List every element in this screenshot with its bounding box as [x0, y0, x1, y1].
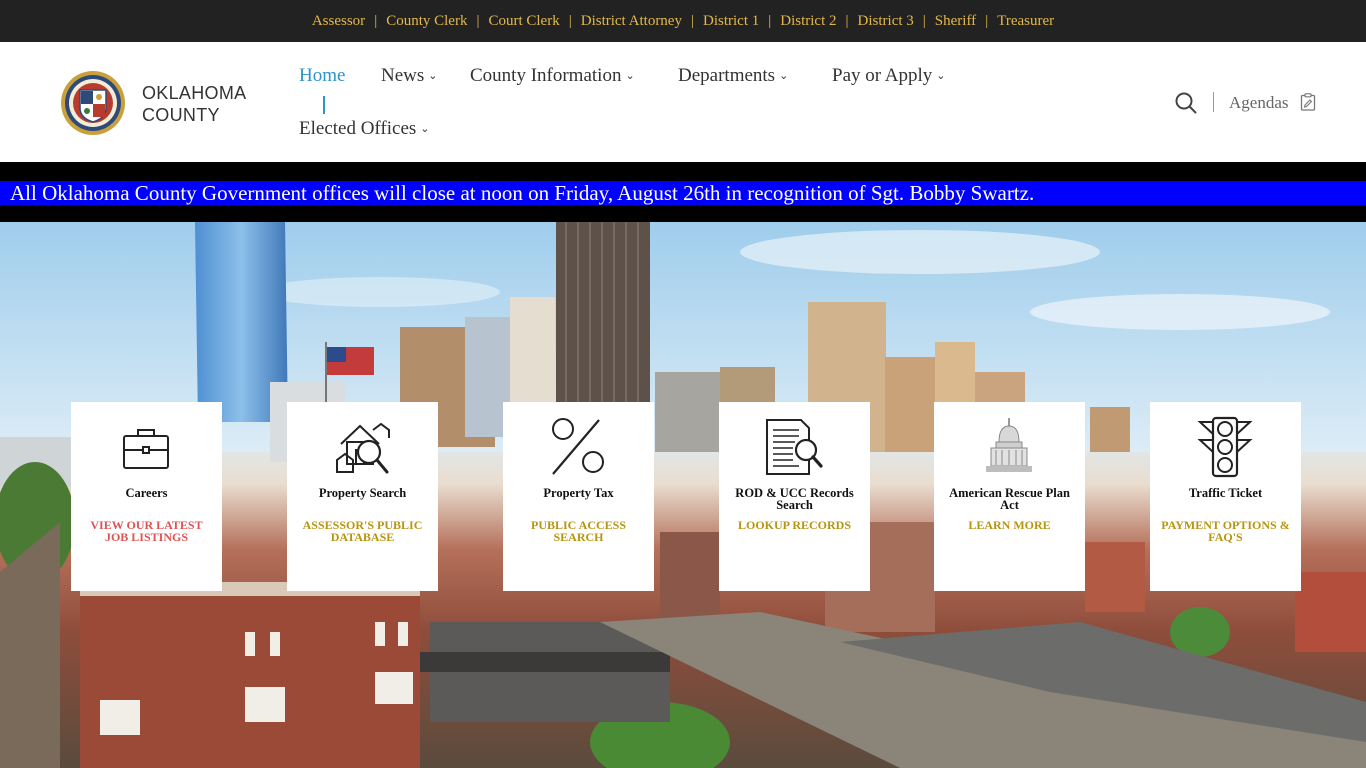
topbar-link-court-clerk[interactable]: Court Clerk — [488, 13, 559, 30]
card-link[interactable]: VIEW OUR LATEST JOB LISTINGS — [81, 519, 212, 543]
traffic-ticket-card[interactable]: Traffic Ticket PAYMENT OPTIONS & FAQ'S — [1150, 402, 1301, 591]
nav-departments[interactable]: Departments ⌄ — [678, 65, 788, 87]
house-search-icon — [336, 422, 390, 474]
card-link[interactable]: LEARN MORE — [944, 519, 1075, 531]
american-rescue-plan-card[interactable]: American Rescue Plan Act LEARN MORE — [934, 402, 1085, 591]
card-title: ROD & UCC Records Search — [735, 486, 854, 512]
agendas-link[interactable]: Agendas — [1229, 93, 1288, 113]
card-link[interactable]: PUBLIC ACCESS SEARCH — [513, 519, 644, 543]
card-title: Property Search — [318, 486, 407, 500]
card-title: Traffic Ticket — [1188, 486, 1263, 500]
topbar-link-sheriff[interactable]: Sheriff — [935, 13, 976, 30]
topbar-link-district-2[interactable]: District 2 — [780, 13, 836, 30]
topbar-separator: | — [922, 12, 926, 29]
site-header: OKLAHOMA COUNTY Home News ⌄ County Inform… — [0, 42, 1366, 162]
topbar-link-treasurer[interactable]: Treasurer — [997, 13, 1054, 30]
nav-county-information-label: County Information — [470, 65, 622, 86]
chevron-down-icon: ⌄ — [779, 70, 789, 82]
card-title: American Rescue Plan Act — [949, 486, 1070, 512]
chevron-down-icon: ⌄ — [420, 123, 430, 135]
topbar-separator: | — [690, 12, 694, 29]
topbar-link-district-3[interactable]: District 3 — [858, 13, 914, 30]
topbar-separator: | — [845, 12, 849, 29]
hero-banner-image: Careers VIEW OUR LATEST JOB LISTINGS Pro… — [0, 222, 1366, 768]
property-tax-card[interactable]: Property Tax PUBLIC ACCESS SEARCH — [503, 402, 654, 591]
search-icon[interactable] — [1175, 92, 1197, 114]
alert-message: All Oklahoma County Government offices w… — [0, 181, 1366, 205]
logo-wordmark[interactable]: OKLAHOMA COUNTY — [142, 82, 246, 126]
traffic-light-icon — [1197, 416, 1253, 478]
nav-pay-or-apply-label: Pay or Apply — [832, 65, 933, 86]
topbar-separator: | — [985, 12, 989, 29]
topbar-separator: | — [476, 12, 480, 29]
card-title: Property Tax — [543, 486, 614, 500]
header-divider — [1213, 92, 1214, 112]
rod-ucc-records-card[interactable]: ROD & UCC Records Search LOOKUP RECORDS — [719, 402, 870, 591]
clipboard-icon[interactable] — [1300, 93, 1316, 111]
document-search-icon — [766, 419, 823, 475]
nav-home-label: Home — [299, 65, 346, 86]
topbar-link-district-attorney[interactable]: District Attorney — [581, 13, 682, 30]
alert-banner: All Oklahoma County Government offices w… — [0, 162, 1366, 222]
property-search-card[interactable]: Property Search ASSESSOR'S PUBLIC DATABA… — [287, 402, 438, 591]
topbar-link-assessor[interactable]: Assessor — [312, 13, 365, 30]
chevron-down-icon: ⌄ — [936, 70, 946, 82]
topbar-link-county-clerk[interactable]: County Clerk — [386, 13, 467, 30]
percent-icon — [552, 418, 604, 475]
card-link[interactable]: LOOKUP RECORDS — [729, 519, 860, 531]
nav-news-label: News — [381, 65, 425, 86]
chevron-down-icon: ⌄ — [428, 70, 438, 82]
careers-card[interactable]: Careers VIEW OUR LATEST JOB LISTINGS — [71, 402, 222, 591]
nav-departments-label: Departments — [678, 65, 776, 86]
topbar-separator: | — [374, 12, 378, 29]
chevron-down-icon: ⌄ — [625, 70, 635, 82]
nav-news[interactable]: News ⌄ — [381, 65, 438, 87]
nav-county-information[interactable]: County Information ⌄ — [470, 65, 635, 87]
card-link[interactable]: ASSESSOR'S PUBLIC DATABASE — [297, 519, 428, 543]
topbar-link-district-1[interactable]: District 1 — [703, 13, 759, 30]
capitol-icon — [986, 418, 1032, 472]
nav-elected-offices[interactable]: Elected Offices ⌄ — [299, 118, 430, 140]
nav-pay-or-apply[interactable]: Pay or Apply ⌄ — [832, 65, 946, 87]
briefcase-icon — [123, 429, 169, 469]
top-links-bar: Assessor | County Clerk | Court Clerk | Distri… — [0, 0, 1366, 42]
topbar-separator: | — [568, 12, 572, 29]
topbar-separator: | — [768, 12, 772, 29]
nav-active-indicator — [323, 96, 325, 114]
nav-elected-offices-label: Elected Offices — [299, 118, 417, 139]
logo-line-2: COUNTY — [142, 105, 220, 125]
logo-line-1: OKLAHOMA — [142, 83, 247, 103]
nav-home[interactable]: Home — [299, 65, 345, 87]
county-seal-logo[interactable] — [60, 70, 126, 136]
card-link[interactable]: PAYMENT OPTIONS & FAQ'S — [1160, 519, 1291, 543]
card-title: Careers — [125, 486, 168, 500]
